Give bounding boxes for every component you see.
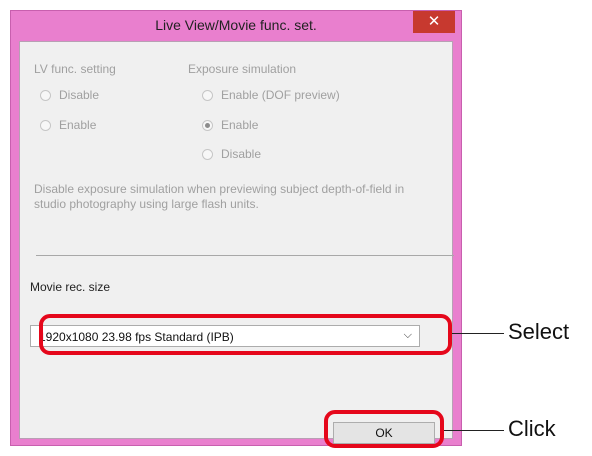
close-button[interactable]: ✕ <box>413 11 455 33</box>
radio-label: Disable <box>59 88 100 102</box>
radio-icon <box>202 89 213 101</box>
ok-highlight <box>324 410 444 448</box>
lv-func-disable-radio[interactable]: Disable <box>40 88 99 102</box>
radio-label: Enable <box>59 118 97 132</box>
click-leader-line <box>444 430 504 431</box>
select-callout: Select <box>508 319 570 344</box>
exposure-enable-dof-radio[interactable]: Enable (DOF preview) <box>202 88 340 102</box>
exposure-enable-radio[interactable]: Enable <box>202 118 258 132</box>
radio-icon <box>202 148 213 160</box>
exposure-sim-heading: Exposure simulation <box>188 62 297 76</box>
radio-icon <box>40 89 51 101</box>
radio-icon <box>40 119 51 131</box>
dialog-client-area: LV func. setting Disable Enable Exposure… <box>19 41 454 439</box>
title-bar[interactable]: Live View/Movie func. set. ✕ <box>11 11 461 41</box>
movie-rec-size-label: Movie rec. size <box>30 280 111 294</box>
close-icon: ✕ <box>427 13 441 30</box>
select-leader-line <box>452 333 504 334</box>
exposure-disable-radio[interactable]: Disable <box>202 147 261 161</box>
window-title: Live View/Movie func. set. <box>155 17 317 33</box>
dialog-window: Live View/Movie func. set. ✕ LV func. se… <box>10 10 462 446</box>
click-callout: Click <box>508 416 556 441</box>
lv-func-enable-radio[interactable]: Enable <box>40 118 96 132</box>
select-highlight <box>39 314 452 355</box>
radio-selected-icon <box>202 119 213 131</box>
exposure-description: Disable exposure simulation when preview… <box>34 182 405 211</box>
radio-label: Enable <box>221 118 259 132</box>
lv-func-heading: LV func. setting <box>34 62 116 76</box>
radio-label: Enable (DOF preview) <box>221 88 340 102</box>
radio-label: Disable <box>221 147 262 161</box>
section-divider <box>36 255 454 256</box>
